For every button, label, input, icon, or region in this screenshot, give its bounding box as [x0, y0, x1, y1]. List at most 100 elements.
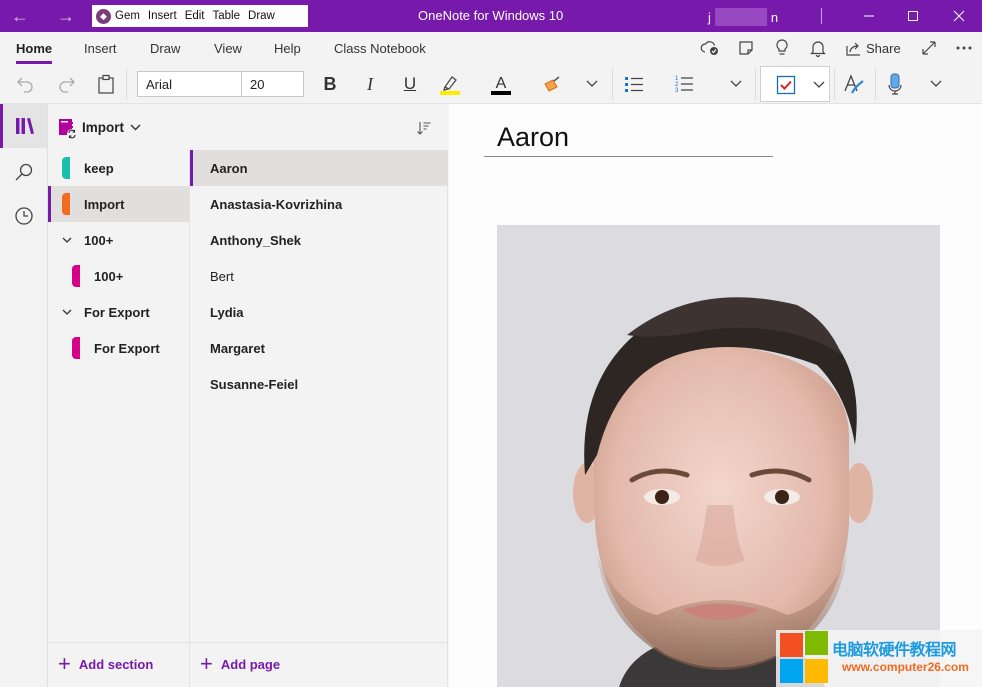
page-item[interactable]: Anastasia-Kovrizhina — [190, 186, 448, 222]
spelling-button[interactable] — [842, 72, 866, 96]
tab-home[interactable]: Home — [16, 41, 52, 56]
tags-dropdown[interactable] — [811, 73, 827, 97]
section-100plus[interactable]: 100+ — [48, 258, 189, 294]
section-label: keep — [84, 160, 114, 176]
highlight-button[interactable] — [438, 72, 462, 96]
svg-text:3: 3 — [675, 88, 679, 94]
tell-me-button[interactable] — [770, 37, 794, 59]
underline-button[interactable]: U — [398, 72, 422, 96]
numbering-button[interactable]: 123 — [672, 72, 696, 96]
section-color-tab — [62, 193, 70, 215]
search-button[interactable] — [0, 150, 47, 194]
undo-button[interactable] — [14, 72, 38, 96]
undo-icon — [17, 77, 33, 93]
list-options-dropdown[interactable] — [726, 72, 746, 96]
section-color-tab — [72, 265, 80, 287]
title-separator — [821, 8, 822, 24]
share-label[interactable]: Share — [866, 41, 901, 56]
dictate-dropdown[interactable] — [926, 72, 946, 96]
page-item[interactable]: Bert — [190, 258, 448, 294]
numbered-list-icon: 123 — [675, 76, 693, 94]
add-page-button[interactable]: + Add page — [200, 651, 280, 676]
notebooks-button[interactable] — [0, 104, 47, 148]
gem-menu-insert[interactable]: Insert — [148, 10, 177, 22]
footer-divider — [48, 642, 448, 643]
section-import[interactable]: Import — [48, 186, 189, 222]
more-icon — [956, 46, 972, 50]
gem-menu-table[interactable]: Table — [213, 10, 241, 22]
notebook-picker[interactable] — [58, 118, 78, 145]
minimize-button[interactable] — [846, 0, 892, 32]
section-label: For Export — [94, 340, 160, 356]
full-page-view-button[interactable] — [917, 37, 941, 59]
bullets-button[interactable] — [622, 72, 646, 96]
page-item[interactable]: Aaron — [190, 150, 448, 186]
notifications-button[interactable] — [806, 37, 830, 59]
sort-pages-icon[interactable] — [416, 120, 432, 136]
gem-menu-draw[interactable]: Draw — [248, 10, 275, 22]
section-group-label: 100+ — [84, 232, 114, 248]
back-arrow-icon[interactable]: ← — [10, 6, 30, 26]
notebooks-icon — [16, 118, 34, 134]
plus-icon: + — [200, 651, 213, 676]
section-keep[interactable]: keep — [48, 150, 189, 186]
paste-button[interactable] — [94, 72, 118, 96]
page-item[interactable]: Margaret — [190, 330, 448, 366]
tab-view[interactable]: View — [214, 41, 242, 56]
dictate-button[interactable] — [883, 72, 907, 96]
watermark-url: www.computer26.com — [842, 660, 969, 674]
onenote-window: ← → ◆ Gem Insert Edit Table Draw OneNote… — [0, 0, 982, 687]
checkbox-checked-icon — [776, 75, 796, 95]
section-group-for-export[interactable]: For Export — [48, 294, 189, 330]
portrait-image[interactable] — [497, 225, 940, 687]
user-name-redacted — [714, 8, 767, 26]
close-button[interactable] — [936, 0, 982, 32]
user-account[interactable]: j n — [708, 8, 778, 26]
font-color-button[interactable]: A — [489, 72, 513, 96]
expand-icon — [922, 41, 936, 55]
more-format-dropdown[interactable] — [582, 72, 602, 96]
plus-icon: + — [58, 651, 71, 676]
section-for-export[interactable]: For Export — [48, 330, 189, 366]
page-item[interactable]: Lydia — [190, 294, 448, 330]
page-title[interactable]: Aaron — [497, 122, 569, 153]
font-name-input[interactable]: Arial — [138, 72, 242, 96]
more-options-button[interactable] — [952, 37, 976, 59]
paintbrush-icon — [544, 76, 560, 92]
gem-logo-icon[interactable]: ◆ — [96, 8, 111, 24]
tab-class-notebook[interactable]: Class Notebook — [334, 41, 426, 56]
section-group-label: For Export — [84, 304, 150, 320]
section-group-100plus[interactable]: 100+ — [48, 222, 189, 258]
todo-tag-button[interactable] — [775, 73, 797, 97]
page-canvas[interactable]: Aaron — [449, 104, 982, 687]
tab-insert[interactable]: Insert — [84, 41, 117, 56]
share-button[interactable] — [842, 37, 866, 59]
maximize-button[interactable] — [890, 0, 936, 32]
sticky-notes-button[interactable] — [734, 37, 758, 59]
tab-draw[interactable]: Draw — [150, 41, 180, 56]
tab-help[interactable]: Help — [274, 41, 301, 56]
page-item[interactable]: Susanne-Feiel — [190, 366, 448, 402]
sync-status-button[interactable] — [698, 37, 722, 59]
forward-arrow-icon[interactable]: → — [56, 6, 76, 26]
bold-button[interactable]: B — [318, 72, 342, 96]
toolbar-separator — [875, 68, 876, 100]
windows-logo-icon — [780, 631, 828, 683]
gem-menu-gem[interactable]: Gem — [115, 10, 140, 22]
toolbar-separator — [126, 68, 127, 100]
user-name-suffix: n — [770, 9, 779, 25]
italic-button[interactable]: I — [358, 72, 382, 96]
chevron-down-icon[interactable] — [130, 124, 141, 131]
gem-menu-edit[interactable]: Edit — [185, 10, 205, 22]
add-section-label: Add section — [78, 656, 154, 672]
notebook-name[interactable]: Import — [82, 120, 124, 135]
recent-notes-button[interactable] — [0, 194, 47, 238]
font-size-input[interactable]: 20 — [242, 72, 272, 96]
tag-picker — [760, 66, 830, 102]
svg-text:A: A — [496, 75, 507, 92]
redo-button[interactable] — [54, 72, 78, 96]
page-item[interactable]: Anthony_Shek — [190, 222, 448, 258]
format-painter-button[interactable] — [540, 72, 564, 96]
add-section-button[interactable]: + Add section — [58, 651, 154, 676]
toolbar-separator — [612, 68, 613, 100]
